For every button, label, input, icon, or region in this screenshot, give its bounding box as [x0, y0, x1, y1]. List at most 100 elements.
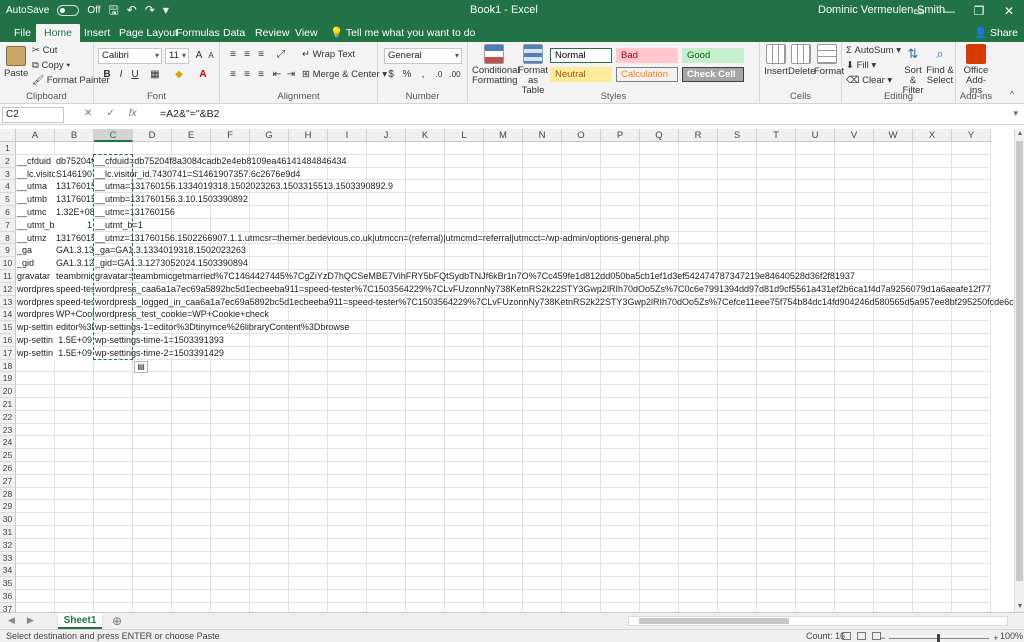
row-header[interactable]: 10: [0, 257, 16, 270]
cell-b10[interactable]: GA1.3.127: [55, 257, 94, 270]
row-header[interactable]: 14: [0, 308, 16, 322]
cell-c16[interactable]: wp-settings-time-1=1503391393: [94, 334, 225, 347]
cell-a15[interactable]: wp-settin: [16, 321, 55, 334]
row-header[interactable]: 21: [0, 398, 16, 411]
row-header[interactable]: 4: [0, 180, 16, 194]
column-header-m[interactable]: M: [484, 129, 523, 142]
row-header[interactable]: 6: [0, 206, 16, 219]
row-header[interactable]: 35: [0, 577, 16, 590]
cell-b4[interactable]: 131760156: [55, 180, 94, 194]
cell-b16[interactable]: 1.5E+09: [55, 334, 94, 347]
column-header-t[interactable]: T: [757, 129, 796, 142]
column-header-e[interactable]: E: [172, 129, 211, 142]
row-header[interactable]: 19: [0, 372, 16, 386]
cell-b7[interactable]: 1: [55, 218, 94, 232]
font-size-combo[interactable]: 11: [165, 48, 189, 64]
add-sheet-icon[interactable]: ⊕: [112, 614, 122, 628]
cell-b14[interactable]: WP+Cook: [55, 308, 94, 322]
row-header[interactable]: 9: [0, 244, 16, 258]
autosum-button[interactable]: Σ AutoSum ▾: [846, 45, 901, 56]
align-bottom-icon[interactable]: ≡: [254, 48, 268, 62]
row-header[interactable]: 32: [0, 538, 16, 552]
enter-icon[interactable]: ✓: [106, 108, 114, 119]
row-header[interactable]: 33: [0, 551, 16, 565]
cut-button[interactable]: ✂ Cut: [32, 45, 57, 56]
row-header[interactable]: 30: [0, 513, 16, 526]
normal-view-icon[interactable]: [842, 632, 851, 640]
formula-input[interactable]: =A2&"="&B2: [160, 108, 219, 120]
currency-icon[interactable]: $: [384, 68, 398, 82]
cell-a11[interactable]: gravatar: [16, 270, 55, 283]
cell-a2[interactable]: __cfduid: [16, 154, 55, 168]
zoom-in-icon[interactable]: +: [993, 632, 998, 642]
tab-home[interactable]: Home: [36, 24, 81, 42]
find-select-button[interactable]: ⌕ Find & Select: [926, 44, 954, 86]
cell-a7[interactable]: __utmt_b: [16, 218, 55, 232]
autosave-toggle[interactable]: [57, 4, 80, 16]
cell-style-3[interactable]: Neutral: [550, 67, 612, 82]
bold-button[interactable]: B: [100, 68, 114, 82]
increase-indent-icon[interactable]: ⇥: [284, 68, 298, 82]
cell-b8[interactable]: 131760156: [55, 231, 94, 245]
fill-button[interactable]: ⬇ Fill ▾: [846, 60, 876, 71]
ribbon-display-icon[interactable]: ▭: [904, 0, 934, 22]
row-header[interactable]: 18: [0, 359, 16, 373]
row-header[interactable]: 12: [0, 282, 16, 296]
cell-b9[interactable]: GA1.3.133: [55, 244, 94, 258]
row-header[interactable]: 22: [0, 410, 16, 424]
column-header-y[interactable]: Y: [952, 129, 991, 142]
cell-a6[interactable]: __utmc: [16, 206, 55, 219]
cell-style-4[interactable]: Calculation: [616, 67, 678, 82]
restore-icon[interactable]: ❐: [964, 0, 994, 22]
column-header-v[interactable]: V: [835, 129, 874, 142]
cell-a3[interactable]: __lc.visito: [16, 167, 55, 181]
scroll-down-icon[interactable]: ▼: [1015, 602, 1024, 612]
cell-c8[interactable]: __utmz=131760156.1502266907.1.1.utmcsr=t…: [94, 232, 670, 245]
cell-c2[interactable]: __cfduid=db75204f8a3084cadb2e4eb8109ea46…: [94, 155, 348, 168]
align-top-icon[interactable]: ≡: [226, 48, 240, 62]
merge-center-button[interactable]: ⊞ Merge & Center ▾: [302, 69, 387, 80]
cell-style-0[interactable]: Normal: [550, 48, 612, 63]
column-header-p[interactable]: P: [601, 129, 640, 142]
row-header[interactable]: 20: [0, 385, 16, 398]
scroll-up-icon[interactable]: ▲: [1015, 129, 1024, 139]
underline-button[interactable]: U: [128, 68, 142, 82]
column-header-h[interactable]: H: [289, 129, 328, 142]
format-cells-button[interactable]: Format: [814, 44, 844, 77]
row-header[interactable]: 28: [0, 487, 16, 501]
row-header[interactable]: 31: [0, 526, 16, 539]
cell-style-2[interactable]: Good: [682, 48, 744, 63]
row-header[interactable]: 13: [0, 295, 16, 309]
align-right-icon[interactable]: ≡: [254, 68, 268, 82]
cell-style-5[interactable]: Check Cell: [682, 67, 744, 82]
cell-b12[interactable]: speed-tes: [55, 282, 94, 296]
column-header-i[interactable]: I: [328, 129, 367, 142]
undo-icon[interactable]: ↶: [127, 3, 137, 17]
expand-formula-icon[interactable]: ▾: [1013, 108, 1018, 119]
comma-icon[interactable]: ,: [416, 68, 430, 82]
row-header[interactable]: 8: [0, 231, 16, 245]
orientation-icon[interactable]: ⤢: [274, 48, 288, 62]
cell-c13[interactable]: wordpress_logged_in_caa6a1a7ec69a5892bc5…: [94, 296, 1014, 309]
cell-c4[interactable]: __utma=131760156.1334019318.1502023263.1…: [94, 180, 394, 193]
cell-c3[interactable]: __lc.visitor_id.7430741=S1461907357.6c26…: [94, 168, 301, 181]
row-header[interactable]: 2: [0, 154, 16, 168]
conditional-formatting-button[interactable]: Conditional Formatting: [472, 44, 520, 86]
column-header-g[interactable]: G: [250, 129, 289, 142]
column-header-j[interactable]: J: [367, 129, 406, 142]
zoom-out-icon[interactable]: −: [880, 632, 885, 642]
cell-c9[interactable]: _ga=GA1.3.1334019318.1502023263: [94, 244, 247, 257]
horizontal-scrollbar[interactable]: [628, 616, 1008, 626]
insert-function-icon[interactable]: fx: [129, 108, 137, 119]
cell-b3[interactable]: S1461907357: [55, 167, 94, 181]
cell-a13[interactable]: wordpres: [16, 295, 55, 309]
cancel-icon[interactable]: ✕: [84, 108, 92, 119]
sort-filter-button[interactable]: ⇅ Sort & Filter: [900, 44, 926, 96]
worksheet-grid[interactable]: A B C D E F G H I J K L M N O P Q R S T U V W X Y 1 2 3 4 5 6 7 8 9 10 11 12…: [0, 129, 1014, 612]
cell-c12[interactable]: wordpress_caa6a1a7ec69a5892bc5d1ecbeeba9…: [94, 283, 992, 296]
row-header[interactable]: 11: [0, 270, 16, 283]
tab-file[interactable]: File: [6, 24, 39, 42]
wrap-text-button[interactable]: ↵ Wrap Text: [302, 49, 355, 60]
row-header[interactable]: 37: [0, 602, 16, 612]
sheet-tab-sheet1[interactable]: Sheet1: [58, 613, 102, 629]
